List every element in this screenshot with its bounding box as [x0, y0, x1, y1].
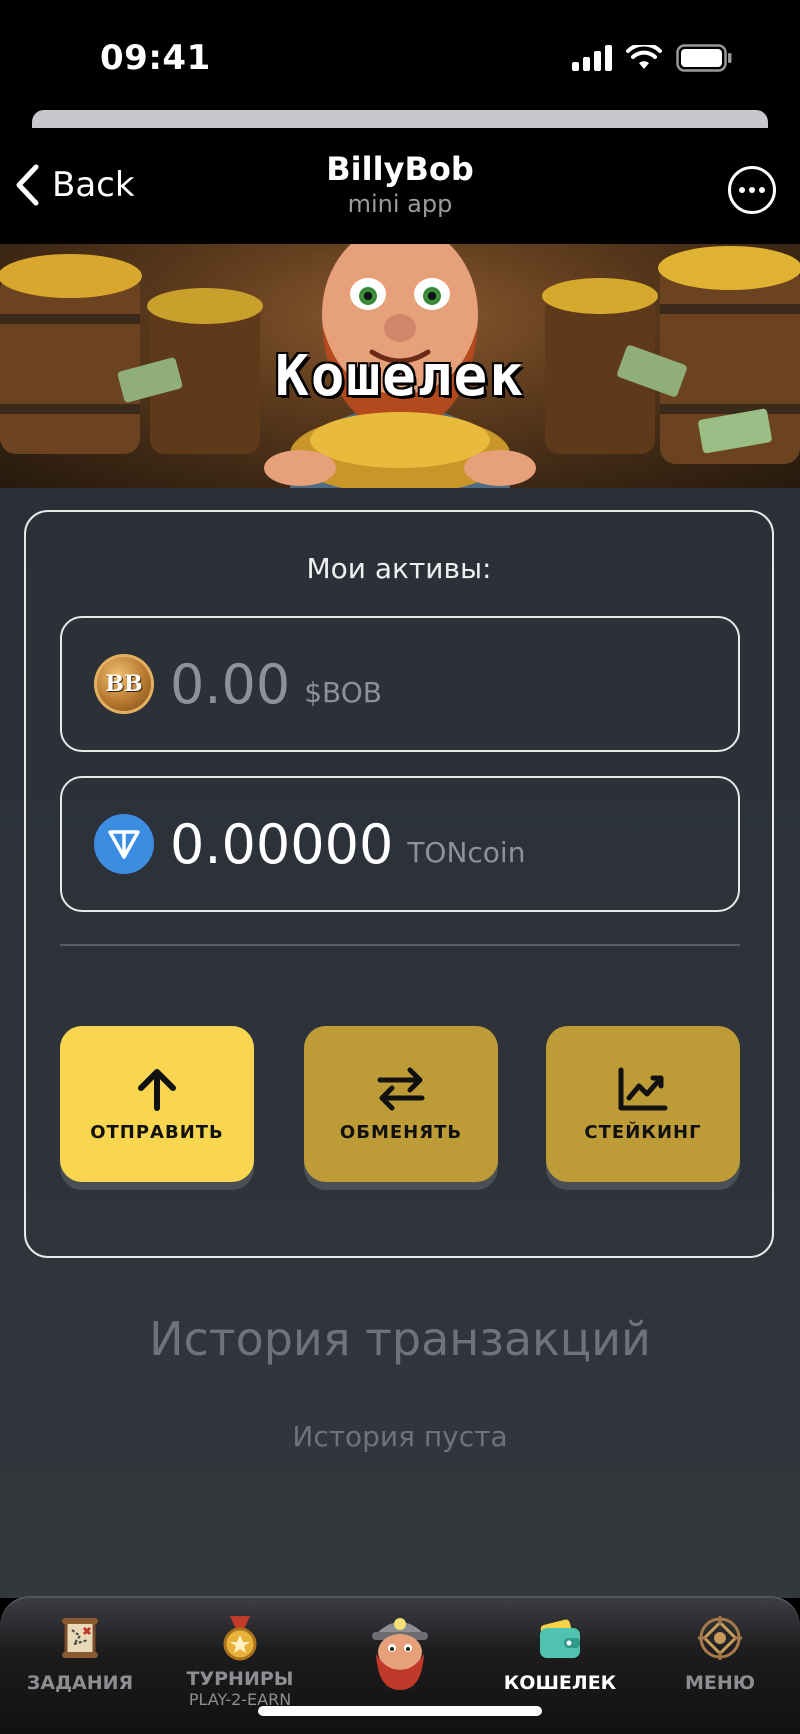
- swap-button[interactable]: ОБМЕНЯТЬ: [304, 1026, 498, 1182]
- wifi-icon: [626, 45, 662, 69]
- tab-tournaments[interactable]: ТУРНИРЫ PLAY-2-EARN: [160, 1614, 320, 1709]
- staking-label: СТЕЙКИНГ: [584, 1121, 702, 1143]
- asset-unit: TONcoin: [407, 835, 526, 869]
- divider: [60, 944, 740, 946]
- swap-label: ОБМЕНЯТЬ: [339, 1121, 463, 1143]
- app-header: Back BillyBob mini app: [0, 128, 800, 244]
- tab-home[interactable]: [320, 1606, 480, 1692]
- wallet-banner: Кошелек: [0, 244, 800, 488]
- tab-wallet[interactable]: КОШЕЛЕК: [480, 1614, 640, 1694]
- tab-tasks[interactable]: ЗАДАНИЯ: [0, 1614, 160, 1694]
- dot-icon: [749, 187, 755, 193]
- cellular-signal-icon: [572, 45, 612, 71]
- status-bar: 09:41: [0, 0, 800, 110]
- wallet-icon: [540, 1619, 580, 1658]
- dot-icon: [759, 187, 765, 193]
- asset-unit: $BOB: [304, 675, 383, 709]
- home-indicator: [258, 1706, 542, 1716]
- banner-title: Кошелек: [274, 344, 525, 409]
- ornament-menu-icon: [698, 1616, 742, 1660]
- wallet-content: Мои активы: BB 0.00 $BOB 0.00000 TONcoin…: [0, 488, 800, 1598]
- tab-menu[interactable]: МЕНЮ: [640, 1614, 800, 1694]
- asset-row-bob[interactable]: BB 0.00 $BOB: [60, 616, 740, 752]
- tab-label: ТУРНИРЫ: [186, 1668, 294, 1690]
- history-title: История транзакций: [149, 1312, 651, 1366]
- send-button[interactable]: ОТПРАВИТЬ: [60, 1026, 254, 1182]
- asset-row-ton[interactable]: 0.00000 TONcoin: [60, 776, 740, 912]
- status-time: 09:41: [100, 38, 211, 78]
- chart-up-icon: [618, 1067, 668, 1110]
- assets-title: Мои активы:: [306, 552, 492, 585]
- miner-avatar-icon: [372, 1618, 428, 1690]
- staking-button[interactable]: СТЕЙКИНГ: [546, 1026, 740, 1182]
- tab-label: КОШЕЛЕК: [503, 1672, 617, 1694]
- ton-coin-icon: [94, 814, 154, 874]
- battery-icon: [676, 44, 732, 72]
- app-subtitle: mini app: [347, 190, 453, 218]
- send-label: ОТПРАВИТЬ: [90, 1121, 224, 1143]
- tab-label: ЗАДАНИЯ: [26, 1672, 134, 1694]
- header-titles: BillyBob mini app: [0, 150, 800, 218]
- tab-label: МЕНЮ: [684, 1672, 756, 1694]
- medal-icon: [223, 1616, 257, 1661]
- swap-arrows-icon: [377, 1067, 425, 1110]
- asset-amount: 0.00: [170, 652, 291, 716]
- asset-amount: 0.00000: [170, 812, 394, 876]
- dot-icon: [739, 187, 745, 193]
- more-options-button[interactable]: [728, 166, 776, 214]
- status-icons: [572, 44, 732, 72]
- app-title: BillyBob: [326, 150, 474, 188]
- assets-card: Мои активы: BB 0.00 $BOB 0.00000 TONcoin…: [24, 510, 774, 1258]
- bob-coin-icon: BB: [94, 654, 154, 714]
- history-empty-text: История пуста: [292, 1420, 508, 1453]
- arrow-up-icon: [138, 1068, 176, 1111]
- scroll-map-icon: [62, 1618, 98, 1658]
